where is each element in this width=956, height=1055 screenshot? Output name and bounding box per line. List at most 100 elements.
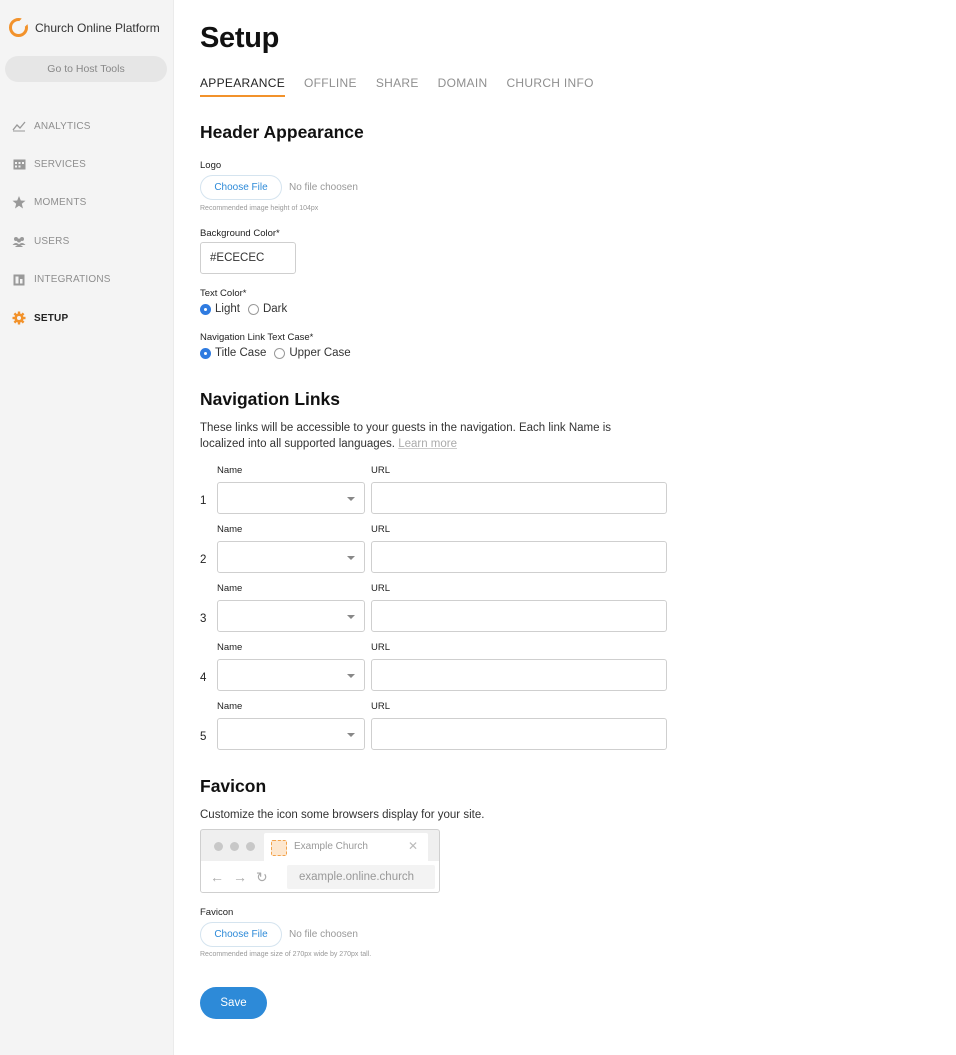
link-name-select[interactable] bbox=[217, 541, 365, 573]
close-icon: ✕ bbox=[407, 839, 418, 853]
tab-church-info[interactable]: CHURCH INFO bbox=[506, 76, 593, 97]
sidebar-item-label: INTEGRATIONS bbox=[34, 274, 111, 286]
brand[interactable]: Church Online Platform bbox=[9, 18, 160, 37]
forward-arrow-icon: → bbox=[233, 869, 247, 885]
text-color-radio-group: Light Dark bbox=[200, 303, 295, 315]
name-label: Name bbox=[217, 583, 243, 594]
text-color-dark-option[interactable]: Dark bbox=[247, 303, 288, 315]
favicon-label: Favicon bbox=[200, 907, 234, 918]
users-icon bbox=[12, 234, 26, 248]
window-dot bbox=[214, 842, 223, 851]
link-name-select[interactable] bbox=[217, 482, 365, 514]
radio-unchecked[interactable] bbox=[247, 303, 259, 315]
tab-offline[interactable]: OFFLINE bbox=[304, 76, 357, 97]
logo-file-row: Choose File No file choosen bbox=[200, 175, 358, 200]
link-url-input[interactable] bbox=[371, 718, 667, 750]
url-label: URL bbox=[371, 524, 391, 535]
back-arrow-icon: ← bbox=[210, 869, 224, 885]
sidebar-item-label: MOMENTS bbox=[34, 197, 87, 209]
favicon-hint: Recommended image size of 270px wide by … bbox=[200, 951, 372, 958]
brand-name: Church Online Platform bbox=[35, 20, 160, 35]
radio-checked[interactable] bbox=[200, 347, 211, 359]
preview-browser-tab: Example Church ✕ bbox=[264, 833, 428, 861]
favicon-choose-file-button[interactable]: Choose File bbox=[200, 922, 282, 947]
browser-nav-icons: ← → ↻ bbox=[210, 869, 277, 886]
radio-label: Title Case bbox=[215, 347, 267, 359]
link-number: 5 bbox=[200, 731, 207, 743]
nav-link-row: Name URL 3 bbox=[200, 583, 670, 641]
name-label: Name bbox=[217, 701, 243, 712]
url-label: URL bbox=[371, 701, 391, 712]
link-url-input[interactable] bbox=[371, 600, 667, 632]
sidebar-item-label: SETUP bbox=[34, 312, 69, 324]
url-label: URL bbox=[371, 583, 391, 594]
nav-case-label: Navigation Link Text Case* bbox=[200, 332, 314, 343]
tab-appearance[interactable]: APPEARANCE bbox=[200, 76, 286, 97]
nav-link-row: Name URL 5 bbox=[200, 701, 670, 759]
bg-color-input[interactable] bbox=[200, 242, 296, 274]
star-icon bbox=[12, 196, 26, 210]
logo-file-status: No file choosen bbox=[289, 182, 358, 193]
radio-label: Dark bbox=[262, 303, 288, 315]
link-name-select[interactable] bbox=[217, 718, 365, 750]
logo-hint: Recommended image height of 104px bbox=[200, 205, 319, 212]
page-title: Setup bbox=[200, 22, 280, 54]
favicon-file-row: Choose File No file choosen bbox=[200, 922, 358, 947]
name-label: Name bbox=[217, 465, 243, 476]
url-label: URL bbox=[371, 642, 391, 653]
preview-address: example.online.church bbox=[287, 865, 435, 889]
nav-case-radio-group: Title Case Upper Case bbox=[200, 347, 359, 359]
logo-label: Logo bbox=[200, 160, 222, 171]
favicon-description: Customize the icon some browsers display… bbox=[200, 809, 485, 821]
tab-domain[interactable]: DOMAIN bbox=[438, 76, 488, 97]
link-url-input[interactable] bbox=[371, 482, 667, 514]
link-name-select[interactable] bbox=[217, 600, 365, 632]
nav-case-title-option[interactable]: Title Case bbox=[200, 347, 266, 359]
link-number: 3 bbox=[200, 613, 207, 625]
text-color-light-option[interactable]: Light bbox=[200, 303, 240, 315]
nav-link-row: Name URL 1 bbox=[200, 465, 670, 523]
bg-color-label: Background Color* bbox=[200, 228, 280, 239]
name-label: Name bbox=[217, 524, 243, 535]
name-label: Name bbox=[217, 642, 243, 653]
link-number: 4 bbox=[200, 672, 207, 684]
caret-down-icon bbox=[347, 615, 355, 619]
favicon-title: Favicon bbox=[200, 776, 267, 796]
sidebar-item-users[interactable]: USERS bbox=[0, 222, 174, 260]
sidebar-item-integrations[interactable]: INTEGRATIONS bbox=[0, 261, 174, 299]
nav-link-row: Name URL 4 bbox=[200, 642, 670, 700]
tab-share[interactable]: SHARE bbox=[376, 76, 419, 97]
logo-choose-file-button[interactable]: Choose File bbox=[200, 175, 282, 200]
nav-link-row: Name URL 2 bbox=[200, 524, 670, 582]
url-label: URL bbox=[371, 465, 391, 476]
sidebar-item-label: SERVICES bbox=[34, 159, 86, 171]
header-appearance-title: Header Appearance bbox=[200, 122, 364, 142]
navigation-links-description: These links will be accessible to your g… bbox=[200, 420, 620, 452]
link-url-input[interactable] bbox=[371, 541, 667, 573]
preview-address-bar: ← → ↻ example.online.church bbox=[201, 861, 439, 892]
calendar-icon bbox=[12, 158, 26, 172]
radio-label: Upper Case bbox=[289, 347, 351, 359]
caret-down-icon bbox=[347, 674, 355, 678]
save-button[interactable]: Save bbox=[200, 987, 267, 1019]
learn-more-link[interactable]: Learn more bbox=[398, 438, 457, 450]
sidebar-nav: ANALYTICS SERVICES MOMENTS USERS INTEGRA… bbox=[0, 107, 174, 337]
sidebar-item-services[interactable]: SERVICES bbox=[0, 145, 174, 183]
radio-unchecked[interactable] bbox=[274, 347, 286, 359]
sidebar-item-moments[interactable]: MOMENTS bbox=[0, 184, 174, 222]
window-dots bbox=[214, 842, 262, 851]
radio-label: Light bbox=[215, 303, 240, 315]
radio-checked[interactable] bbox=[200, 303, 211, 315]
sidebar-item-setup[interactable]: SETUP bbox=[0, 299, 174, 337]
sidebar-item-label: ANALYTICS bbox=[34, 120, 91, 132]
sidebar-item-analytics[interactable]: ANALYTICS bbox=[0, 107, 174, 145]
link-name-select[interactable] bbox=[217, 659, 365, 691]
host-tools-button[interactable]: Go to Host Tools bbox=[5, 56, 167, 82]
link-number: 1 bbox=[200, 495, 207, 507]
text-color-label: Text Color* bbox=[200, 288, 247, 299]
favicon-placeholder-icon bbox=[271, 840, 287, 856]
gear-icon bbox=[12, 311, 26, 325]
nav-case-upper-option[interactable]: Upper Case bbox=[274, 347, 351, 359]
link-url-input[interactable] bbox=[371, 659, 667, 691]
reload-icon: ↻ bbox=[256, 869, 268, 885]
